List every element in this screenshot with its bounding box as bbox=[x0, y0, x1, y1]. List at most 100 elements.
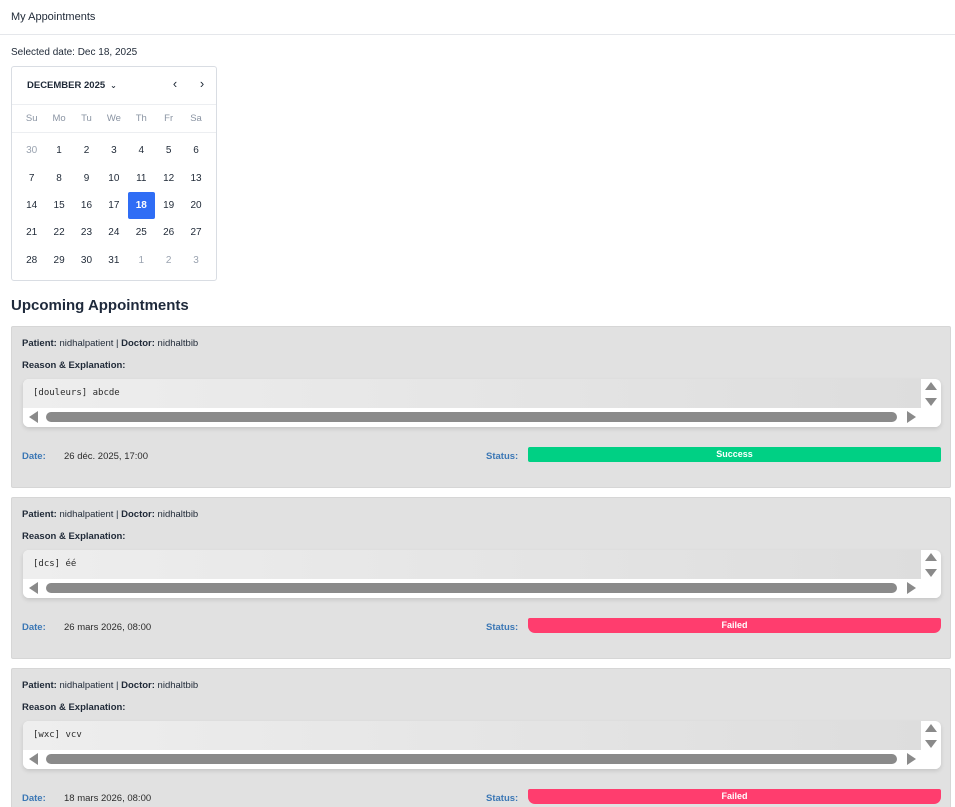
weekday-header-row: Su Mo Tu We Th Fr Sa bbox=[18, 113, 210, 124]
scroll-right-icon[interactable] bbox=[907, 582, 916, 594]
calendar-day[interactable]: 28 bbox=[18, 247, 45, 274]
chevron-down-icon: ⌄ bbox=[110, 81, 117, 90]
scrollbar-thumb[interactable] bbox=[46, 412, 897, 422]
scroll-down-icon[interactable] bbox=[925, 569, 937, 577]
reason-label: Reason & Explanation: bbox=[22, 702, 126, 713]
date-label: Date: bbox=[22, 622, 46, 633]
scroll-down-icon[interactable] bbox=[925, 740, 937, 748]
status-badge: Failed bbox=[528, 789, 941, 804]
scroll-up-icon[interactable] bbox=[925, 382, 937, 390]
scroll-up-icon[interactable] bbox=[925, 724, 937, 732]
calendar-day[interactable]: 19 bbox=[155, 192, 182, 219]
month-year-selector[interactable]: DECEMBER 2025 ⌄ bbox=[27, 80, 117, 91]
reason-textarea[interactable]: [wxc] vcv bbox=[23, 721, 941, 769]
calendar-day[interactable]: 31 bbox=[100, 247, 127, 274]
scrollbar-thumb[interactable] bbox=[46, 754, 897, 764]
scroll-left-icon[interactable] bbox=[29, 582, 38, 594]
calendar-day[interactable]: 3 bbox=[182, 247, 209, 274]
appointment-date: 18 mars 2026, 08:00 bbox=[64, 793, 152, 804]
reason-text: [dcs] éé bbox=[23, 550, 921, 579]
calendar-day[interactable]: 3 bbox=[100, 137, 127, 164]
calendar-day[interactable]: 30 bbox=[73, 247, 100, 274]
previous-month-button[interactable]: ‹ bbox=[167, 77, 183, 93]
appointment-card: Patient: nidhalpatient | Doctor: nidhalt… bbox=[11, 497, 951, 659]
weekday-label: Su bbox=[25, 113, 38, 124]
top-bar: My Appointments bbox=[0, 0, 955, 35]
doctor-label: Doctor: bbox=[121, 680, 155, 691]
calendar-day[interactable]: 30 bbox=[18, 137, 45, 164]
calendar-day[interactable]: 4 bbox=[128, 137, 155, 164]
calendar-day[interactable]: 2 bbox=[155, 247, 182, 274]
calendar-day[interactable]: 12 bbox=[155, 164, 182, 191]
calendar-day[interactable]: 13 bbox=[182, 164, 209, 191]
status-label: Status: bbox=[486, 622, 519, 633]
scroll-left-icon[interactable] bbox=[29, 411, 38, 423]
calendar-day[interactable]: 17 bbox=[100, 192, 127, 219]
calendar-day[interactable]: 25 bbox=[128, 219, 155, 246]
divider bbox=[12, 132, 216, 133]
calendar-day[interactable]: 9 bbox=[73, 164, 100, 191]
next-month-button[interactable]: › bbox=[194, 77, 210, 93]
calendar-day[interactable]: 16 bbox=[73, 192, 100, 219]
calendar-day[interactable]: 1 bbox=[128, 247, 155, 274]
calendar-day[interactable]: 11 bbox=[128, 164, 155, 191]
calendar-day[interactable]: 5 bbox=[155, 137, 182, 164]
reason-label: Reason & Explanation: bbox=[22, 360, 126, 371]
scroll-right-icon[interactable] bbox=[907, 411, 916, 423]
weekday-label: Sa bbox=[190, 113, 202, 124]
calendar-day[interactable]: 2 bbox=[73, 137, 100, 164]
scroll-right-icon[interactable] bbox=[907, 753, 916, 765]
calendar-day[interactable]: 24 bbox=[100, 219, 127, 246]
reason-label: Reason & Explanation: bbox=[22, 531, 126, 542]
calendar-day[interactable]: 15 bbox=[45, 192, 72, 219]
horizontal-scrollbar[interactable] bbox=[23, 579, 941, 598]
calendar-day[interactable]: 20 bbox=[182, 192, 209, 219]
calendar-day[interactable]: 1 bbox=[45, 137, 72, 164]
weekday-label: Tu bbox=[81, 113, 92, 124]
calendar-day[interactable]: 29 bbox=[45, 247, 72, 274]
reason-text: [wxc] vcv bbox=[23, 721, 921, 750]
upcoming-appointments-heading: Upcoming Appointments bbox=[11, 297, 189, 314]
appointment-date: 26 mars 2026, 08:00 bbox=[64, 622, 152, 633]
weekday-label: Mo bbox=[52, 113, 66, 124]
patient-label: Patient: bbox=[22, 338, 57, 349]
appointment-card: Patient: nidhalpatient | Doctor: nidhalt… bbox=[11, 326, 951, 488]
horizontal-scrollbar[interactable] bbox=[23, 750, 941, 769]
calendar-days-grid: 30 1 2 3 4 5 6 7 8 9 10 11 12 13 14 15 16 17 18 19 20 21 22 23 2… bbox=[18, 137, 210, 274]
calendar-day[interactable]: 6 bbox=[182, 137, 209, 164]
calendar-day[interactable]: 10 bbox=[100, 164, 127, 191]
appointment-participants: Patient: nidhalpatient | Doctor: nidhalt… bbox=[22, 509, 198, 520]
status-badge: Success bbox=[528, 447, 941, 462]
calendar-day[interactable]: 8 bbox=[45, 164, 72, 191]
calendar-day[interactable]: 14 bbox=[18, 192, 45, 219]
month-year-label: DECEMBER 2025 bbox=[27, 80, 106, 91]
calendar-day-selected[interactable]: 18 bbox=[127, 191, 155, 220]
scrollbar-thumb[interactable] bbox=[46, 583, 897, 593]
patient-name: nidhalpatient bbox=[59, 680, 114, 691]
doctor-name: nidhaltbib bbox=[157, 509, 199, 520]
calendar-day[interactable]: 23 bbox=[73, 219, 100, 246]
reason-textarea[interactable]: [douleurs] abcde bbox=[23, 379, 941, 427]
doctor-label: Doctor: bbox=[121, 509, 155, 520]
status-badge: Failed bbox=[528, 618, 941, 633]
doctor-label: Doctor: bbox=[121, 338, 155, 349]
separator: | bbox=[113, 509, 122, 520]
calendar-header: DECEMBER 2025 ⌄ ‹ › bbox=[12, 67, 216, 105]
calendar-day[interactable]: 7 bbox=[18, 164, 45, 191]
doctor-name: nidhaltbib bbox=[157, 680, 199, 691]
reason-textarea[interactable]: [dcs] éé bbox=[23, 550, 941, 598]
patient-name: nidhalpatient bbox=[59, 509, 114, 520]
calendar-day[interactable]: 26 bbox=[155, 219, 182, 246]
scroll-left-icon[interactable] bbox=[29, 753, 38, 765]
separator: | bbox=[113, 680, 122, 691]
horizontal-scrollbar[interactable] bbox=[23, 408, 941, 427]
date-label: Date: bbox=[22, 451, 46, 462]
patient-label: Patient: bbox=[22, 509, 57, 520]
calendar-day[interactable]: 21 bbox=[18, 219, 45, 246]
calendar-day[interactable]: 27 bbox=[182, 219, 209, 246]
calendar-day[interactable]: 22 bbox=[45, 219, 72, 246]
scroll-down-icon[interactable] bbox=[925, 398, 937, 406]
scroll-up-icon[interactable] bbox=[925, 553, 937, 561]
patient-name: nidhalpatient bbox=[59, 338, 114, 349]
status-label: Status: bbox=[486, 451, 519, 462]
